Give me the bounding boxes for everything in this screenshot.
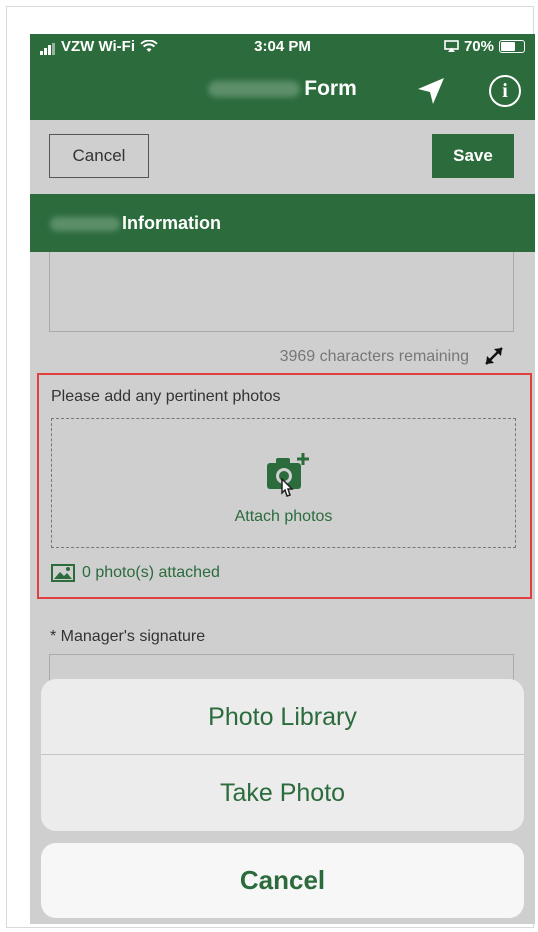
location-arrow-icon[interactable] bbox=[416, 76, 446, 106]
nav-title-text: Form bbox=[304, 77, 357, 100]
info-icon[interactable]: i bbox=[489, 75, 521, 107]
characters-remaining: 3969 characters remaining bbox=[279, 348, 469, 365]
cancel-button[interactable]: Cancel bbox=[49, 134, 149, 178]
photos-count-row: 0 photo(s) attached bbox=[51, 564, 220, 582]
save-button[interactable]: Save bbox=[432, 134, 514, 178]
action-sheet-cancel-button[interactable]: Cancel bbox=[41, 843, 524, 918]
battery-icon bbox=[499, 40, 525, 53]
status-bar: VZW Wi-Fi 3:04 PM 70% bbox=[30, 34, 535, 60]
section-title-text: Information bbox=[122, 213, 221, 233]
photo-library-option[interactable]: Photo Library bbox=[41, 679, 524, 755]
attach-photos-dropzone[interactable]: Attach photos bbox=[51, 418, 516, 548]
airplay-icon bbox=[444, 40, 459, 52]
battery-percent: 70% bbox=[463, 38, 494, 55]
description-textarea[interactable] bbox=[49, 252, 514, 332]
status-right: 70% bbox=[444, 38, 525, 55]
photos-section: Please add any pertinent photos Attach p… bbox=[37, 373, 532, 599]
phone-screen: VZW Wi-Fi 3:04 PM 70% Form i Cancel Save… bbox=[30, 34, 535, 924]
image-icon bbox=[51, 564, 75, 582]
action-sheet: Photo Library Take Photo bbox=[41, 679, 524, 831]
section-title: Information bbox=[50, 213, 221, 234]
redacted-text bbox=[50, 217, 120, 232]
photos-count: 0 photo(s) attached bbox=[82, 564, 220, 581]
nav-title: Form bbox=[30, 77, 535, 101]
take-photo-option[interactable]: Take Photo bbox=[41, 755, 524, 831]
redacted-text bbox=[208, 81, 301, 98]
camera-add-icon bbox=[267, 453, 309, 497]
signature-label: * Manager's signature bbox=[50, 628, 206, 645]
photos-prompt: Please add any pertinent photos bbox=[51, 388, 281, 405]
expand-icon[interactable] bbox=[480, 342, 508, 370]
section-header: Information bbox=[30, 194, 535, 252]
attach-photos-label: Attach photos bbox=[234, 508, 333, 525]
nav-bar: Form i bbox=[30, 60, 535, 120]
screenshot-frame: VZW Wi-Fi 3:04 PM 70% Form i Cancel Save… bbox=[6, 6, 535, 928]
